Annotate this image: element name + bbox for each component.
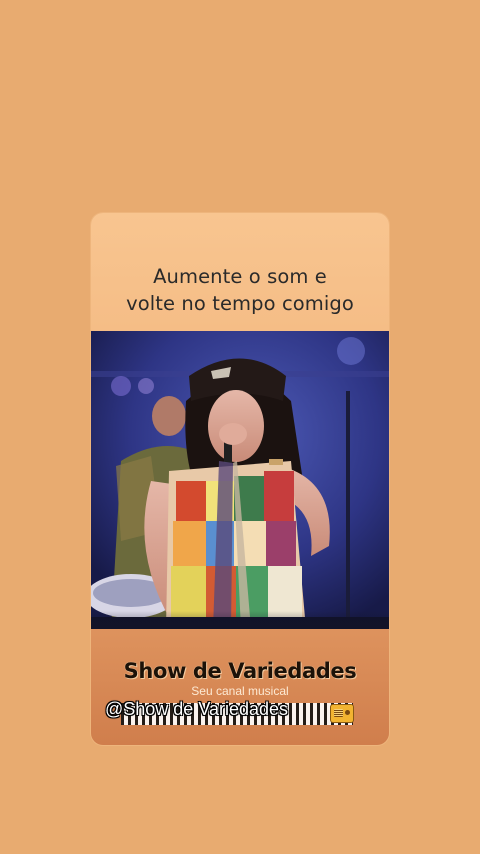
caption-text: Aumente o som e volte no tempo comigo [91, 263, 389, 317]
channel-title: Show de Variedades [123, 659, 357, 683]
video-bottom-shade [91, 611, 389, 629]
channel-handle[interactable]: @Show de Variedades [105, 699, 288, 720]
radio-icon [330, 704, 354, 723]
concert-video-frame [91, 331, 389, 629]
concert-video[interactable] [91, 331, 389, 629]
page: { "caption": { "line1": "Aumente o som e… [0, 0, 480, 854]
caption-line-2: volte no tempo comigo [126, 292, 354, 315]
story-card: Aumente o som e volte no tempo comigo Sh… [91, 213, 389, 745]
channel-handle-row[interactable]: @Show de Variedades [105, 699, 354, 725]
channel-tagline: Seu canal musical [191, 684, 289, 698]
caption-line-1: Aumente o som e [153, 265, 327, 288]
